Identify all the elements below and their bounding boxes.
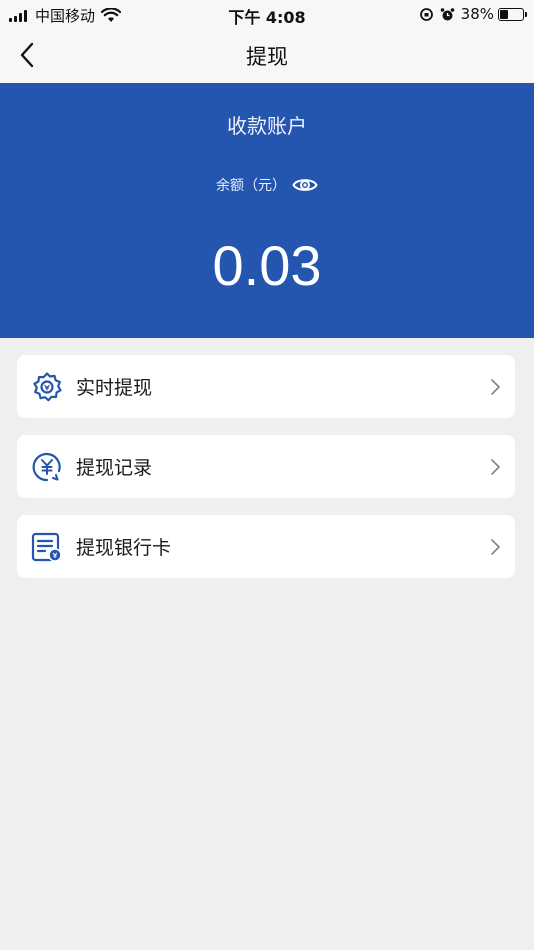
account-title: 收款账户: [227, 114, 307, 138]
page-title: 提现: [246, 45, 288, 69]
status-right: 38%: [419, 5, 527, 23]
menu-label: 实时提现: [76, 377, 153, 399]
gear-yuan-icon: [33, 371, 62, 401]
menu-item-realtime-withdraw[interactable]: 实时提现: [17, 355, 515, 418]
menu-label: 提现银行卡: [76, 537, 172, 559]
balance-label: 余额（元）: [216, 178, 286, 194]
battery-icon: [498, 7, 527, 21]
battery-percent: 38%: [460, 5, 494, 23]
toggle-balance-button[interactable]: [292, 176, 318, 194]
balance-row: 余额（元）: [0, 175, 534, 195]
chevron-right-icon: [491, 458, 500, 475]
alarm-icon: [440, 7, 454, 20]
account-panel: 收款账户 余额（元） 0.03: [0, 83, 534, 338]
eye-icon: [292, 179, 318, 191]
menu-item-withdraw-records[interactable]: 提现记录: [17, 435, 515, 498]
bank-card-icon: [31, 532, 62, 562]
yuan-history-icon: [32, 452, 61, 481]
chevron-right-icon: [491, 378, 500, 395]
menu-item-withdraw-bank-card[interactable]: 提现银行卡: [17, 515, 515, 578]
balance-value: 0.03: [212, 234, 322, 297]
status-bar: 中国移动 下午 4:08 38%: [0, 0, 534, 28]
chevron-right-icon: [491, 538, 500, 555]
orientation-lock-icon: [419, 7, 433, 21]
nav-bar: 提现: [0, 28, 534, 83]
menu-label: 提现记录: [76, 457, 153, 479]
